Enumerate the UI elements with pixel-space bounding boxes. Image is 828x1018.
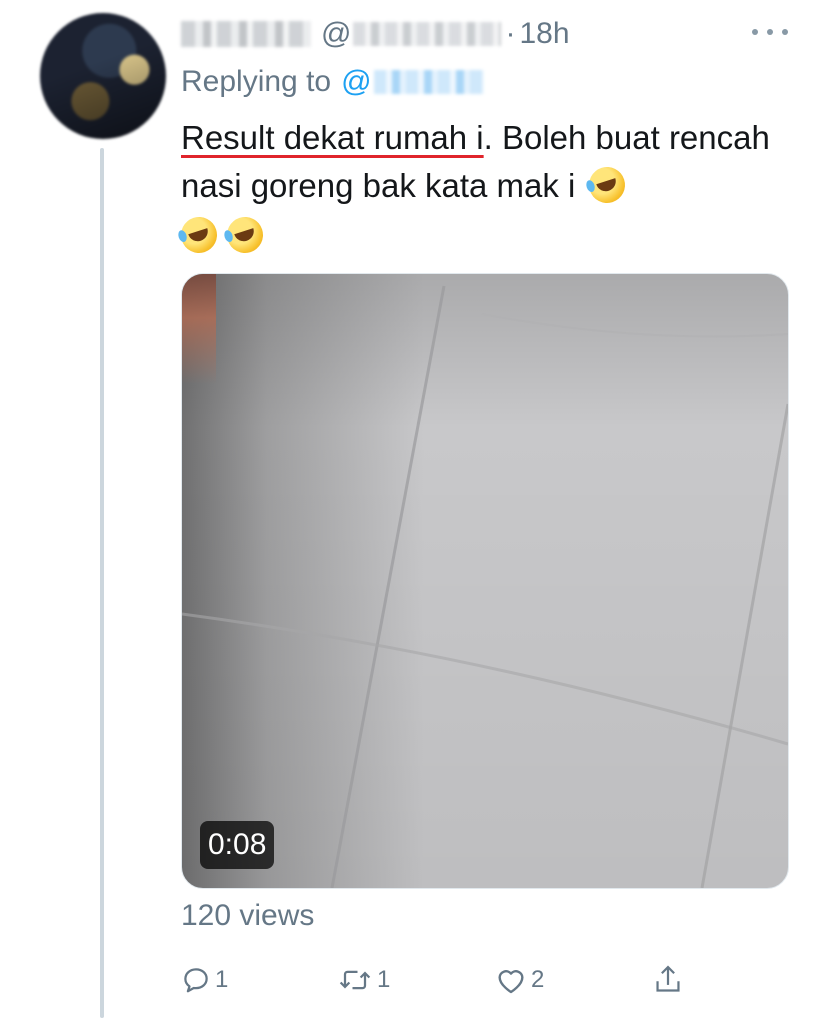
avatar[interactable]	[40, 13, 166, 139]
replying-to-line: Replying to @	[181, 60, 484, 104]
replying-to-at: @	[341, 65, 372, 98]
video-player[interactable]	[181, 273, 789, 889]
retweet-count: 1	[377, 966, 391, 993]
reply-icon	[184, 968, 208, 993]
user-handle-blurred[interactable]	[353, 22, 502, 46]
replying-to-label: Replying to	[181, 65, 332, 98]
more-dot	[782, 29, 788, 35]
tweet-actions: 1 1 2	[181, 958, 701, 1002]
video-duration-badge: 0:08	[200, 821, 275, 869]
replying-to-handle[interactable]: @	[341, 65, 484, 99]
more-dot	[767, 29, 773, 35]
tweet-header: @ · 18h	[181, 14, 570, 54]
tweet-text: Result dekat rumah i. Boleh buat rencah …	[176, 114, 791, 260]
header-separator: ·	[505, 17, 516, 50]
reply-button[interactable]: 1	[181, 958, 228, 1002]
rolling-on-floor-laughing-icon	[176, 212, 222, 258]
rolling-on-floor-laughing-icon	[222, 212, 268, 258]
rolling-on-floor-laughing-icon	[583, 162, 630, 208]
like-count: 2	[531, 966, 545, 993]
share-button[interactable]	[653, 958, 683, 1002]
heart-icon	[498, 970, 524, 994]
user-handle-prefix: @	[321, 17, 352, 50]
reply-count: 1	[215, 966, 229, 993]
view-count: 120 views	[181, 899, 315, 932]
retweet-icon	[339, 970, 371, 990]
more-dot	[752, 29, 758, 35]
share-icon	[656, 965, 680, 992]
thread-line	[100, 148, 104, 1018]
like-button[interactable]: 2	[495, 958, 544, 1002]
video-frame-tile-lines	[182, 285, 788, 888]
replying-to-handle-blurred	[373, 70, 484, 94]
retweet-button[interactable]: 1	[337, 958, 390, 1002]
user-display-name-blurred[interactable]	[181, 21, 311, 47]
tweet-timestamp[interactable]: 18h	[519, 17, 569, 51]
tweet-text-underlined: Result dekat rumah i	[181, 119, 484, 156]
more-options-icon[interactable]	[752, 24, 788, 40]
